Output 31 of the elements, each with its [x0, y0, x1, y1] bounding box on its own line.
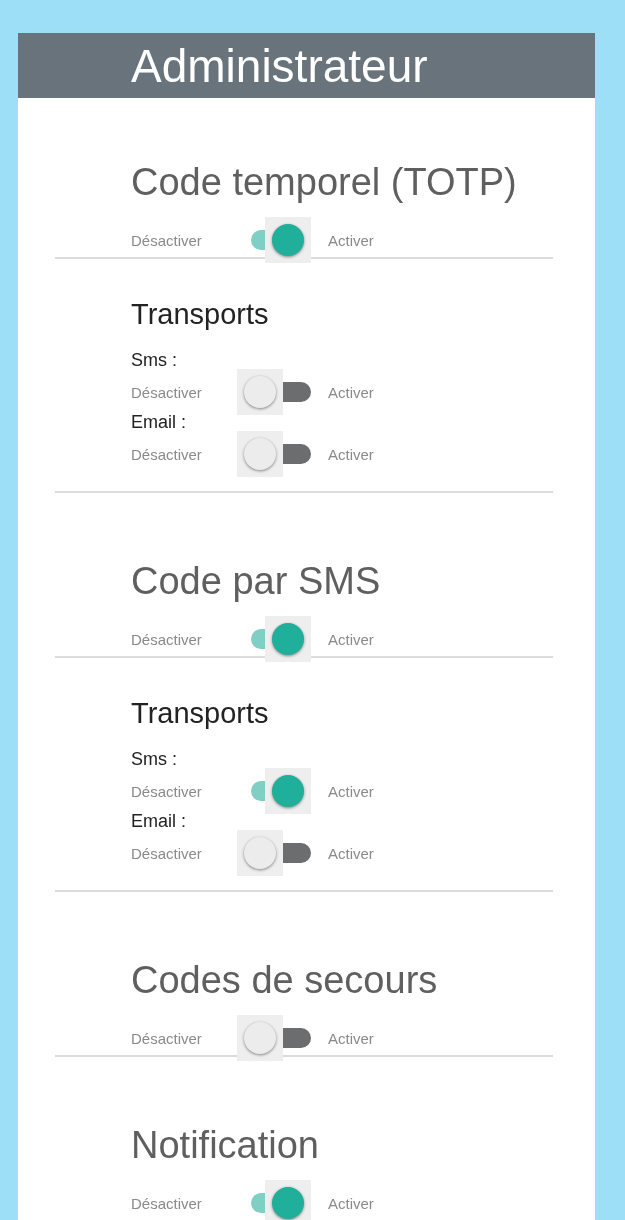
transport-label: Sms :	[131, 349, 178, 372]
section-title: Code temporel (TOTP)	[131, 160, 518, 205]
off-label: Désactiver	[131, 630, 203, 648]
page-title: Administrateur	[131, 38, 428, 94]
off-label: Désactiver	[131, 782, 203, 800]
on-label: Activer	[328, 630, 374, 648]
on-label: Activer	[328, 1029, 374, 1047]
off-label: Désactiver	[131, 1194, 203, 1212]
off-label: Désactiver	[131, 844, 203, 862]
transports-heading: Transports	[131, 297, 270, 332]
on-label: Activer	[328, 383, 374, 401]
section-title: Code par SMS	[131, 559, 382, 604]
on-label: Activer	[328, 231, 374, 249]
off-label: Désactiver	[131, 445, 203, 463]
off-label: Désactiver	[131, 383, 203, 401]
toggle-switch[interactable]	[237, 1015, 311, 1061]
transport-label: Sms :	[131, 748, 178, 771]
section-title: Codes de secours	[131, 958, 439, 1003]
section-title: Notification	[131, 1123, 320, 1168]
transport-label: Email :	[131, 411, 187, 434]
transport-label: Email :	[131, 810, 187, 833]
off-label: Désactiver	[131, 231, 203, 249]
off-label: Désactiver	[131, 1029, 203, 1047]
toggle-switch[interactable]	[237, 369, 311, 415]
toggle-switch[interactable]	[237, 830, 311, 876]
toggle-switch[interactable]	[237, 431, 311, 477]
on-label: Activer	[328, 844, 374, 862]
transports-heading: Transports	[131, 696, 270, 731]
on-label: Activer	[328, 1194, 374, 1212]
on-label: Activer	[328, 782, 374, 800]
on-label: Activer	[328, 445, 374, 463]
